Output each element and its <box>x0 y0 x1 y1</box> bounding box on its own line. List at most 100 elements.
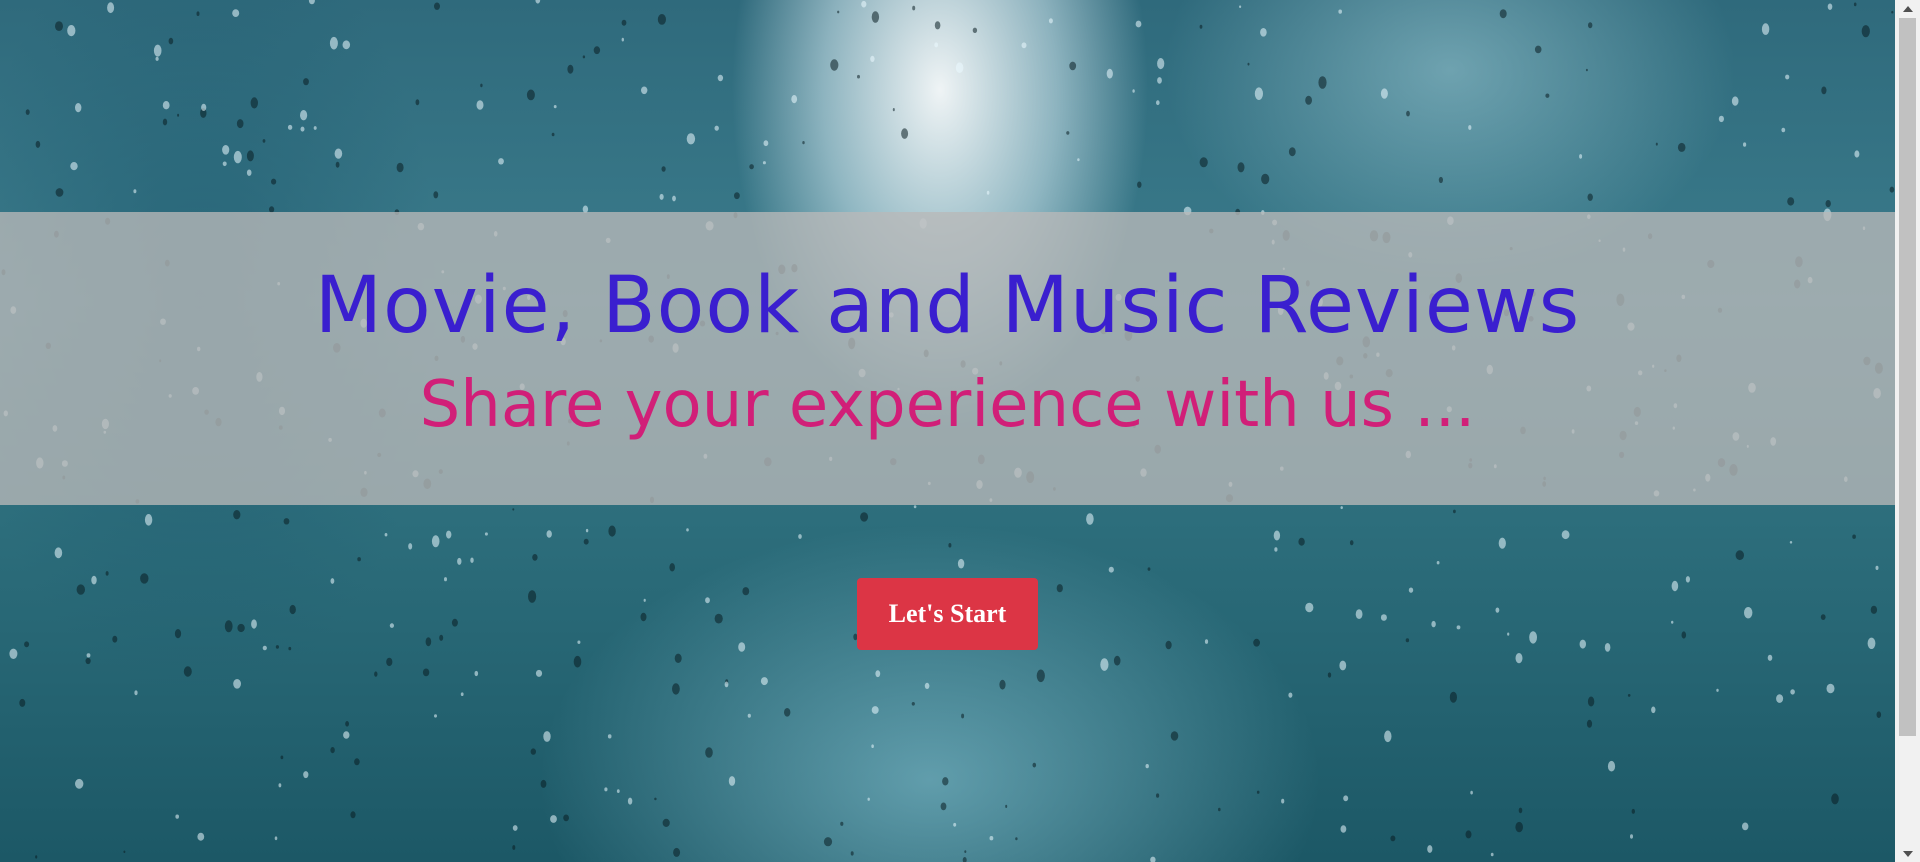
rain-drop <box>1861 25 1870 38</box>
rain-drop <box>262 645 267 651</box>
rain-drop <box>35 140 41 148</box>
rain-drop <box>1327 672 1332 678</box>
rain-drop <box>964 850 967 853</box>
rain-drop <box>1515 653 1523 664</box>
rain-drop <box>334 148 343 159</box>
rain-drop <box>871 744 874 748</box>
rain-drop <box>1239 5 1242 8</box>
rain-drop <box>540 779 547 788</box>
scroll-up-arrow-icon[interactable] <box>1895 0 1920 17</box>
rain-drop <box>434 714 437 718</box>
rain-drop <box>451 618 458 627</box>
rain-drop <box>476 100 484 110</box>
rain-drop <box>546 530 552 538</box>
rain-drop <box>875 670 881 678</box>
rain-drop <box>1631 808 1636 814</box>
rain-drop <box>705 747 713 758</box>
rain-drop <box>408 543 413 550</box>
rain-drop <box>530 748 536 755</box>
rain-drop <box>1870 605 1878 614</box>
rain-drop <box>1170 731 1179 741</box>
rain-drop <box>439 634 444 641</box>
rain-drop <box>1145 764 1149 769</box>
rain-drop <box>871 11 880 23</box>
rain-drop <box>303 78 309 86</box>
rain-drop <box>526 89 535 101</box>
rain-drop <box>396 162 404 173</box>
rain-drop <box>924 682 930 690</box>
rain-drop <box>860 512 869 522</box>
rain-drop <box>942 777 949 786</box>
rain-drop <box>705 597 710 604</box>
rain-drop <box>342 40 351 50</box>
rain-drop <box>1561 530 1570 540</box>
rain-drop <box>912 5 916 11</box>
rain-drop <box>1889 186 1895 193</box>
rain-drop <box>661 166 666 172</box>
rain-drop <box>1256 790 1260 794</box>
rain-drop <box>70 162 78 171</box>
rain-drop <box>224 620 233 633</box>
scroll-down-arrow-icon[interactable] <box>1895 845 1920 862</box>
rain-drop <box>861 0 867 8</box>
rain-drop <box>1579 639 1587 649</box>
rain-drop <box>1298 537 1305 546</box>
rain-drop <box>1827 3 1833 10</box>
rain-drop <box>153 44 162 57</box>
rain-drop <box>1036 669 1045 683</box>
rain-drop <box>1515 821 1523 833</box>
rain-drop <box>54 547 63 559</box>
rain-drop <box>1108 566 1114 573</box>
hero-banner <box>0 212 1895 505</box>
rain-drop <box>1607 760 1616 772</box>
rain-drop <box>1288 147 1296 157</box>
rain-drop <box>1380 88 1388 99</box>
rain-drop <box>604 787 608 792</box>
rain-drop <box>287 124 293 130</box>
rain-drop <box>871 706 879 714</box>
scroll-thumb[interactable] <box>1899 18 1916 736</box>
rain-drop <box>474 670 479 677</box>
page-title: Movie, Book and Music Reviews <box>314 261 1581 351</box>
rain-drop <box>271 178 277 185</box>
rain-drop <box>528 590 537 603</box>
rain-drop <box>1716 688 1719 692</box>
rain-drop <box>567 64 574 74</box>
rain-drop <box>621 19 627 26</box>
rain-drop <box>1787 197 1795 206</box>
rain-drop <box>1343 795 1349 802</box>
rain-drop <box>1826 683 1835 694</box>
rain-drop <box>484 532 488 536</box>
rain-drop <box>840 821 844 826</box>
rain-drop <box>330 578 335 584</box>
lets-start-button[interactable]: Let's Start <box>857 578 1038 650</box>
rain-drop <box>67 25 76 37</box>
rain-drop <box>374 671 378 677</box>
rain-drop <box>593 46 601 55</box>
rain-drop <box>1157 58 1165 70</box>
rain-drop <box>686 133 696 145</box>
rain-drop <box>870 55 875 63</box>
rain-drop <box>1077 158 1080 162</box>
rain-drop <box>1545 93 1550 98</box>
rain-drop <box>183 666 192 677</box>
rain-drop <box>553 105 557 109</box>
rain-drop <box>616 789 620 793</box>
rain-drop <box>1677 142 1686 152</box>
rain-drop <box>1260 28 1267 37</box>
rain-drop <box>1742 822 1749 831</box>
rain-drop <box>1518 807 1523 814</box>
rain-drop <box>425 637 432 647</box>
rain-drop <box>1384 730 1392 743</box>
vertical-scrollbar[interactable] <box>1895 0 1920 862</box>
rain-drop <box>1604 643 1611 652</box>
rain-drop <box>19 698 26 707</box>
rain-drop <box>1790 689 1795 695</box>
rain-drop <box>582 55 586 59</box>
rain-drop <box>86 653 91 658</box>
rain-drop <box>607 734 612 739</box>
rain-drop <box>674 653 682 663</box>
rain-drop <box>1490 852 1494 857</box>
rain-drop <box>75 103 82 113</box>
rain-drop <box>288 646 292 651</box>
